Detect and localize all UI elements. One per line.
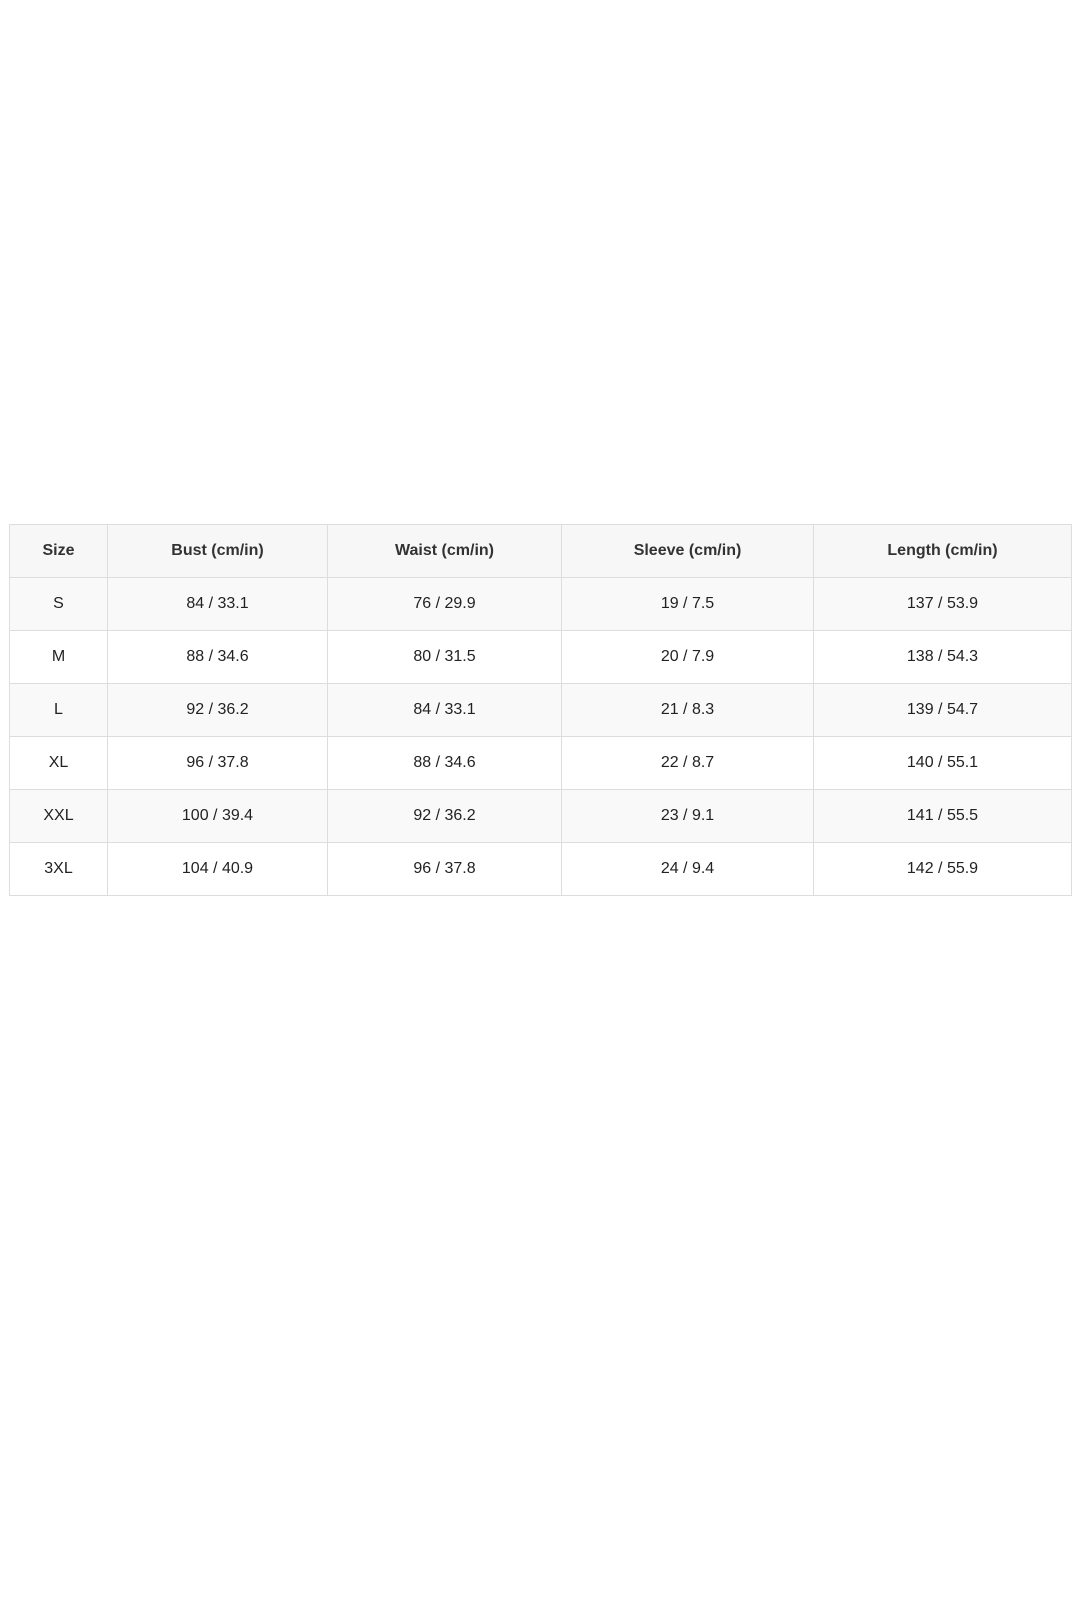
cell-size: L: [9, 683, 108, 737]
table-row: S 84 / 33.1 76 / 29.9 19 / 7.5 137 / 53.…: [9, 577, 1072, 631]
cell-waist: 88 / 34.6: [327, 736, 562, 790]
cell-length: 137 / 53.9: [813, 577, 1072, 631]
size-chart-body: S 84 / 33.1 76 / 29.9 19 / 7.5 137 / 53.…: [9, 577, 1072, 896]
cell-waist: 92 / 36.2: [327, 789, 562, 843]
cell-bust: 96 / 37.8: [107, 736, 328, 790]
cell-bust: 92 / 36.2: [107, 683, 328, 737]
cell-bust: 88 / 34.6: [107, 630, 328, 684]
header-row: Size Bust (cm/in) Waist (cm/in) Sleeve (…: [9, 524, 1072, 578]
cell-length: 142 / 55.9: [813, 842, 1072, 896]
table-row: 3XL 104 / 40.9 96 / 37.8 24 / 9.4 142 / …: [9, 842, 1072, 896]
cell-waist: 80 / 31.5: [327, 630, 562, 684]
size-chart-header: Size Bust (cm/in) Waist (cm/in) Sleeve (…: [9, 524, 1072, 578]
header-size: Size: [9, 524, 108, 578]
cell-bust: 104 / 40.9: [107, 842, 328, 896]
cell-sleeve: 22 / 8.7: [561, 736, 814, 790]
cell-length: 139 / 54.7: [813, 683, 1072, 737]
cell-length: 140 / 55.1: [813, 736, 1072, 790]
header-bust: Bust (cm/in): [107, 524, 328, 578]
cell-sleeve: 24 / 9.4: [561, 842, 814, 896]
cell-size: 3XL: [9, 842, 108, 896]
table-row: XXL 100 / 39.4 92 / 36.2 23 / 9.1 141 / …: [9, 789, 1072, 843]
header-waist: Waist (cm/in): [327, 524, 562, 578]
table-row: L 92 / 36.2 84 / 33.1 21 / 8.3 139 / 54.…: [9, 683, 1072, 737]
size-chart-table: Size Bust (cm/in) Waist (cm/in) Sleeve (…: [9, 524, 1072, 896]
cell-bust: 100 / 39.4: [107, 789, 328, 843]
cell-sleeve: 23 / 9.1: [561, 789, 814, 843]
header-sleeve: Sleeve (cm/in): [561, 524, 814, 578]
cell-waist: 76 / 29.9: [327, 577, 562, 631]
cell-size: XL: [9, 736, 108, 790]
cell-bust: 84 / 33.1: [107, 577, 328, 631]
cell-waist: 96 / 37.8: [327, 842, 562, 896]
table-row: M 88 / 34.6 80 / 31.5 20 / 7.9 138 / 54.…: [9, 630, 1072, 684]
cell-waist: 84 / 33.1: [327, 683, 562, 737]
cell-size: XXL: [9, 789, 108, 843]
cell-size: M: [9, 630, 108, 684]
cell-sleeve: 21 / 8.3: [561, 683, 814, 737]
cell-size: S: [9, 577, 108, 631]
cell-sleeve: 19 / 7.5: [561, 577, 814, 631]
table-row: XL 96 / 37.8 88 / 34.6 22 / 8.7 140 / 55…: [9, 736, 1072, 790]
cell-sleeve: 20 / 7.9: [561, 630, 814, 684]
cell-length: 138 / 54.3: [813, 630, 1072, 684]
header-length: Length (cm/in): [813, 524, 1072, 578]
cell-length: 141 / 55.5: [813, 789, 1072, 843]
